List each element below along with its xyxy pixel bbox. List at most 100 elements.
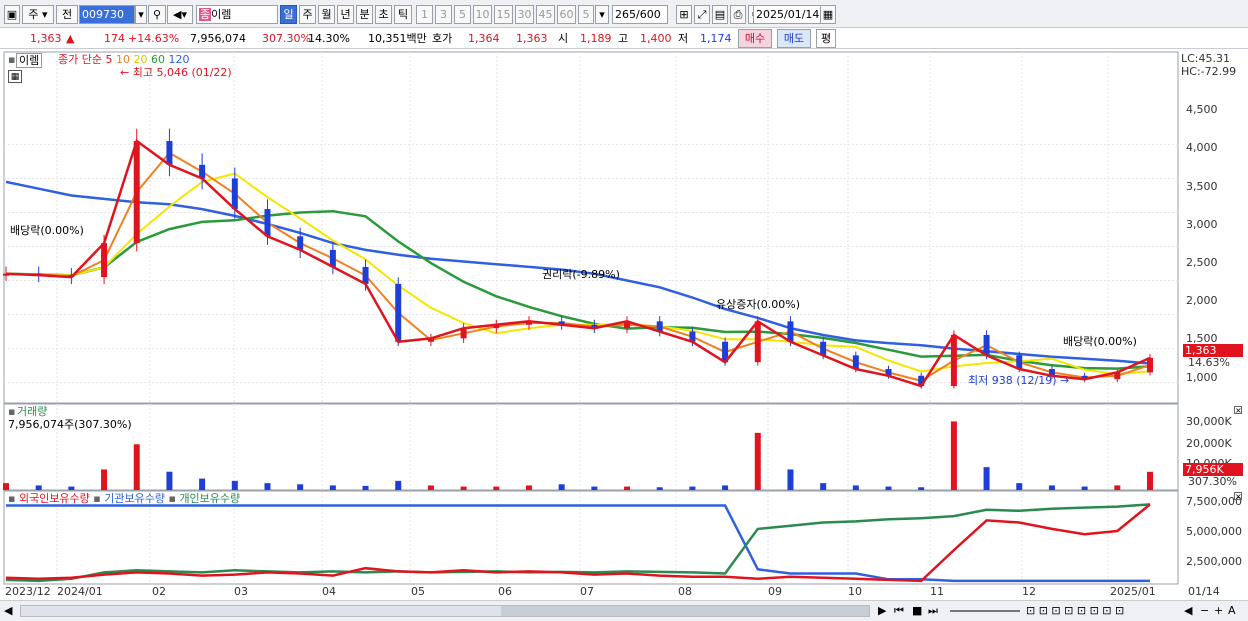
change: 174 <box>104 32 125 45</box>
save-icon[interactable]: ▤ <box>712 5 728 24</box>
count-field[interactable]: 265/600 <box>612 5 668 24</box>
turnover: 14.30% <box>308 32 350 45</box>
market-select[interactable]: 주 ▾ <box>22 5 54 24</box>
grid-toggle-icon[interactable]: ▦ <box>8 70 22 83</box>
unit-dropdown-icon[interactable]: ▾ <box>595 5 609 24</box>
minute-3[interactable]: 3 <box>435 5 452 24</box>
panel-close-icon[interactable]: × <box>1234 406 1242 415</box>
minute-10[interactable]: 10 <box>473 5 492 24</box>
ask-price: 1,364 <box>468 32 500 45</box>
x-tick: 04 <box>322 585 336 598</box>
bonus-annotation: 유상증자(0.00%) <box>716 298 801 311</box>
volume-bar <box>1114 485 1121 490</box>
trade-amount: 10,351백만 <box>368 32 427 45</box>
minute-1[interactable]: 1 <box>416 5 433 24</box>
volume-bar <box>35 485 42 490</box>
volume-bar <box>264 483 271 490</box>
bid-price: 1,363 <box>516 32 548 45</box>
zoom-slider[interactable] <box>950 610 1020 612</box>
interval-year-tab[interactable]: 년 <box>337 5 354 24</box>
individual-line <box>5 503 1151 583</box>
stop-icon[interactable]: ■ <box>912 604 922 617</box>
text-tool-icon[interactable]: A <box>1228 604 1236 617</box>
minute-15[interactable]: 15 <box>494 5 513 24</box>
volume-bar <box>983 467 990 490</box>
stock-chart[interactable] <box>0 50 1248 600</box>
volume-bar <box>231 480 238 490</box>
volume-bar <box>493 486 500 490</box>
volume-bar <box>950 421 957 490</box>
scroll-right-icon[interactable]: ▶ <box>878 604 886 617</box>
stock-name-field[interactable]: 종이렘 <box>196 5 278 24</box>
x-tick: 10 <box>848 585 862 598</box>
unit-value[interactable]: 5 <box>578 5 594 24</box>
volume-bar <box>395 480 402 490</box>
high-price: 1,400 <box>640 32 672 45</box>
prev-button[interactable]: 전 <box>56 5 78 24</box>
speaker-icon[interactable]: ◀▾ <box>167 5 193 24</box>
high-annotation: ← 최고 5,046 (01/22) <box>120 66 232 79</box>
search-icon[interactable]: ⚲ <box>148 5 166 24</box>
interval-second-tab[interactable]: 초 <box>375 5 392 24</box>
chart-settings-icon[interactable]: ⊞ <box>676 5 692 24</box>
code-dropdown-icon[interactable]: ▾ <box>135 5 147 24</box>
minute-5[interactable]: 5 <box>454 5 471 24</box>
scrollbar-thumb[interactable] <box>501 606 869 616</box>
scroll-left-icon[interactable]: ◀ <box>4 604 12 617</box>
minute-30[interactable]: 30 <box>515 5 534 24</box>
interval-month-tab[interactable]: 월 <box>318 5 335 24</box>
vol-y-tick: 20,000K <box>1186 437 1232 450</box>
volume-title: 거래량 <box>17 405 48 418</box>
interval-day-tab[interactable]: 일 <box>280 5 297 24</box>
y-tick: 2,000 <box>1186 294 1218 307</box>
holdings-legend: ▪ 외국인보유수량 ▪ 기관보유수량 ▪ 개인보유수량 <box>8 492 241 505</box>
high-label: 고 <box>618 32 629 45</box>
zoom-icons[interactable]: ⊡ ⊡ ⊡ ⊡ ⊡ ⊡ ⊡ ⊡ <box>1026 604 1124 617</box>
avg-button[interactable]: 평 <box>816 29 836 48</box>
stock-code-input[interactable]: 009730 <box>79 5 135 24</box>
ma5-line <box>5 138 1151 388</box>
open-label: 시 <box>558 32 569 45</box>
candle-body <box>101 243 108 278</box>
sell-button[interactable]: 매도 <box>777 29 811 48</box>
quote-bar: 1,363 ▲ 174 +14.63% 7,956,074 307.30% 14… <box>0 28 1248 49</box>
calendar-icon[interactable]: ▦ <box>820 5 836 24</box>
bottom-bar: ◀ ▶ ⏮ ■ ⏭ ⊡ ⊡ ⊡ ⊡ ⊡ ⊡ ⊡ ⊡ ◀ − + A <box>0 600 1248 621</box>
current-price-pct: 14.63% <box>1188 356 1230 369</box>
interval-week-tab[interactable]: 주 <box>299 5 316 24</box>
candle-body <box>264 209 271 237</box>
bid-label: 호가 <box>432 32 453 45</box>
scrollbar-track[interactable] <box>20 605 870 617</box>
ma10-line <box>5 151 1151 382</box>
candle-body <box>231 178 238 210</box>
candle-body <box>395 283 402 342</box>
interval-minute-tab[interactable]: 분 <box>356 5 373 24</box>
volume-bar <box>199 478 206 490</box>
scroll-left-icon-2[interactable]: ◀ <box>1184 604 1192 617</box>
draw-tool-icon[interactable]: ⤢ <box>694 5 710 24</box>
volume: 7,956,074 <box>190 32 246 45</box>
volume-bar <box>1016 483 1023 490</box>
print-icon[interactable]: ⎙ <box>730 5 746 24</box>
x-tick: 03 <box>234 585 248 598</box>
panel-close-icon[interactable]: × <box>1234 492 1242 501</box>
zoom-out-icon[interactable]: − <box>1200 604 1209 617</box>
date-field[interactable]: 2025/01/14 <box>753 5 821 24</box>
volume-ratio: 307.30% <box>262 32 311 45</box>
last-icon[interactable]: ⏭ <box>928 604 938 617</box>
buy-button[interactable]: 매수 <box>738 29 772 48</box>
first-icon[interactable]: ⏮ <box>894 604 904 617</box>
interval-tick-tab[interactable]: 틱 <box>394 5 412 24</box>
low-annotation: 최저 938 (12/19) → <box>968 374 1070 387</box>
candle-body <box>787 321 794 342</box>
zoom-in-icon[interactable]: + <box>1214 604 1223 617</box>
volume-panel-marker-icon: ▪ <box>8 405 16 418</box>
ma-legend: 종가 단순 5 10 20 60 120 <box>58 53 190 66</box>
minute-60[interactable]: 60 <box>557 5 576 24</box>
minute-45[interactable]: 45 <box>536 5 555 24</box>
layout-icon[interactable]: ▣ <box>4 5 20 24</box>
x-right-label: 01/14 <box>1188 585 1220 598</box>
volume-bar <box>133 444 140 490</box>
volume-bar <box>1147 471 1153 490</box>
candle-body <box>133 141 140 244</box>
